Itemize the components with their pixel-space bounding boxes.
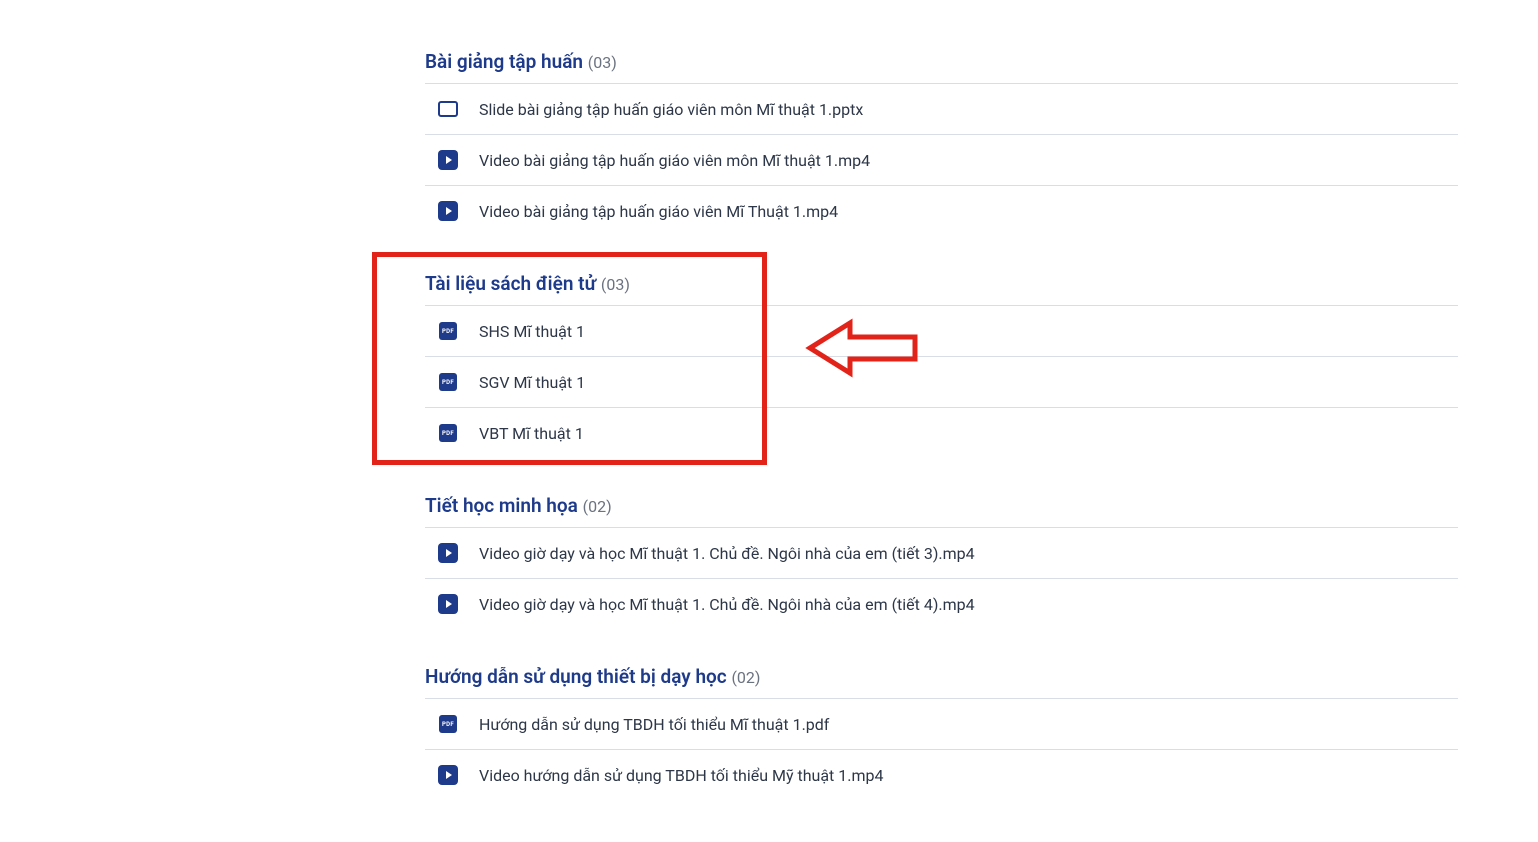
section-count: (03) (601, 275, 630, 294)
section-count: (03) (588, 53, 617, 72)
section-title: Hướng dẫn sử dụng thiết bị dạy học (02) (425, 665, 1458, 698)
list-item[interactable]: PDF SGV Mĩ thuật 1 (425, 356, 1458, 407)
section-title-text: Tiết học minh họa (425, 494, 578, 517)
item-label: Hướng dẫn sử dụng TBDH tối thiểu Mĩ thuậ… (479, 715, 829, 734)
section-count: (02) (731, 668, 760, 687)
item-label: Video giờ dạy và học Mĩ thuật 1. Chủ đề.… (479, 595, 975, 614)
item-label: Video giờ dạy và học Mĩ thuật 1. Chủ đề.… (479, 544, 975, 563)
list-item[interactable]: Video hướng dẫn sử dụng TBDH tối thiểu M… (425, 749, 1458, 800)
pdf-icon: PDF (437, 422, 459, 444)
video-icon (437, 149, 459, 171)
main-content: PDF Bài giảng tập huấn (03) Slide bài gi… (0, 0, 1538, 800)
slide-icon (437, 98, 459, 120)
section-title-text: Hướng dẫn sử dụng thiết bị dạy học (425, 665, 727, 688)
video-icon (437, 764, 459, 786)
section-tai-lieu-sach-dien-tu: Tài liệu sách điện tử (03) PDF SHS Mĩ th… (425, 272, 1458, 458)
section-title-text: Bài giảng tập huấn (425, 50, 583, 73)
item-label: SHS Mĩ thuật 1 (479, 322, 585, 341)
section-huong-dan-su-dung: Hướng dẫn sử dụng thiết bị dạy học (02) … (425, 665, 1458, 800)
section-title: Bài giảng tập huấn (03) (425, 50, 1458, 83)
item-label: Video bài giảng tập huấn giáo viên môn M… (479, 151, 870, 170)
pdf-icon: PDF (437, 371, 459, 393)
item-label: SGV Mĩ thuật 1 (479, 373, 585, 392)
video-icon (437, 542, 459, 564)
section-title: Tài liệu sách điện tử (03) (425, 272, 1458, 305)
item-label: Video bài giảng tập huấn giáo viên Mĩ Th… (479, 202, 838, 221)
pdf-icon: PDF (437, 320, 459, 342)
list-item[interactable]: Video bài giảng tập huấn giáo viên Mĩ Th… (425, 185, 1458, 236)
video-icon (437, 200, 459, 222)
list-item[interactable]: Video giờ dạy và học Mĩ thuật 1. Chủ đề.… (425, 578, 1458, 629)
pdf-icon: PDF (437, 713, 459, 735)
list-item[interactable]: Video bài giảng tập huấn giáo viên môn M… (425, 134, 1458, 185)
list-item[interactable]: PDF SHS Mĩ thuật 1 (425, 305, 1458, 356)
list-item[interactable]: PDF Hướng dẫn sử dụng TBDH tối thiểu Mĩ … (425, 698, 1458, 749)
section-bai-giang-tap-huan: Bài giảng tập huấn (03) Slide bài giảng … (425, 50, 1458, 236)
item-label: VBT Mĩ thuật 1 (479, 424, 584, 443)
list-item[interactable]: PDF VBT Mĩ thuật 1 (425, 407, 1458, 458)
section-title: Tiết học minh họa (02) (425, 494, 1458, 527)
section-tiet-hoc-minh-hoa: Tiết học minh họa (02) Video giờ dạy và … (425, 494, 1458, 629)
section-count: (02) (583, 497, 612, 516)
item-label: Slide bài giảng tập huấn giáo viên môn M… (479, 100, 863, 119)
item-label: Video hướng dẫn sử dụng TBDH tối thiểu M… (479, 766, 883, 785)
video-icon (437, 593, 459, 615)
list-item[interactable]: Video giờ dạy và học Mĩ thuật 1. Chủ đề.… (425, 527, 1458, 578)
list-item[interactable]: Slide bài giảng tập huấn giáo viên môn M… (425, 83, 1458, 134)
section-title-text: Tài liệu sách điện tử (425, 272, 596, 295)
